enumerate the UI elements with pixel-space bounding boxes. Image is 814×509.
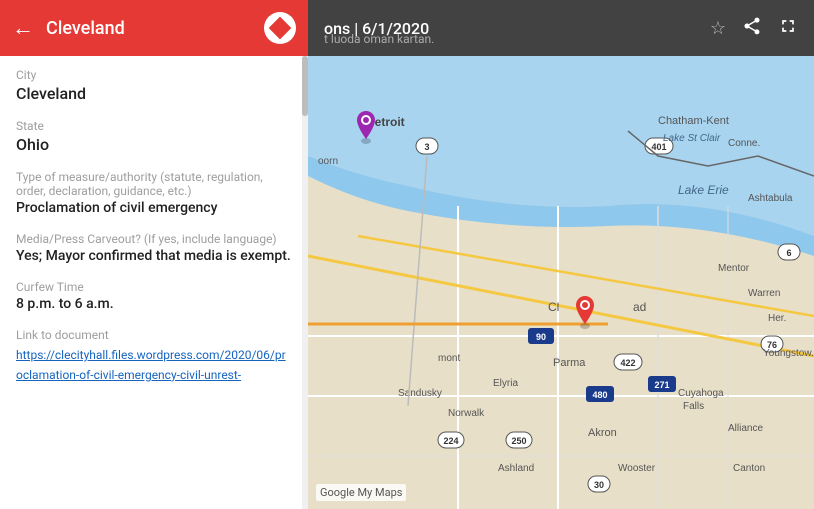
city-label: City — [16, 68, 292, 82]
svg-text:Alliance: Alliance — [728, 423, 763, 434]
svg-text:224: 224 — [443, 436, 458, 446]
svg-text:422: 422 — [620, 358, 635, 368]
panel-title: Cleveland — [46, 18, 264, 39]
svg-text:Mentor: Mentor — [718, 263, 750, 274]
svg-text:Sandusky: Sandusky — [398, 388, 442, 399]
svg-text:Norwalk: Norwalk — [448, 408, 485, 419]
nav-diamond-icon — [269, 17, 292, 40]
svg-text:Warren: Warren — [748, 288, 780, 299]
fullscreen-icon[interactable] — [778, 16, 798, 41]
svg-text:Cuyahoga: Cuyahoga — [678, 388, 724, 399]
svg-text:6: 6 — [786, 248, 791, 258]
svg-text:Her.: Her. — [768, 313, 786, 324]
svg-text:Parma: Parma — [553, 357, 586, 369]
share-icon[interactable] — [742, 16, 762, 41]
city-field: City Cleveland — [16, 68, 292, 103]
svg-text:oorn: oorn — [318, 156, 338, 167]
state-field: State Ohio — [16, 119, 292, 154]
navigation-icon[interactable] — [264, 12, 296, 44]
svg-text:30: 30 — [594, 480, 604, 490]
svg-text:Canton: Canton — [733, 463, 765, 474]
svg-text:Chatham-Kent: Chatham-Kent — [658, 115, 729, 127]
left-panel: ← Cleveland City Cleveland State Ohio Ty… — [0, 0, 308, 509]
map-toolbar-icons: ☆ — [710, 16, 798, 41]
svg-text:Elyria: Elyria — [493, 378, 518, 389]
svg-text:Wooster: Wooster — [618, 463, 656, 474]
link-label: Link to document — [16, 328, 292, 342]
svg-text:250: 250 — [511, 436, 526, 446]
svg-text:Lake Erie: Lake Erie — [678, 183, 729, 197]
back-button[interactable]: ← — [12, 15, 34, 41]
map-toolbar: ons | 6/1/2020 t luoda oman kartan. ☆ — [308, 0, 814, 56]
svg-text:3: 3 — [424, 142, 429, 152]
svg-text:ad: ad — [633, 300, 646, 314]
svg-text:90: 90 — [536, 332, 546, 342]
media-value: Yes; Mayor confirmed that media is exemp… — [16, 248, 292, 264]
svg-text:Ashland: Ashland — [498, 463, 534, 474]
svg-text:Conne.: Conne. — [728, 138, 760, 149]
star-icon[interactable]: ☆ — [710, 18, 726, 39]
svg-text:Akron: Akron — [588, 427, 617, 439]
state-label: State — [16, 119, 292, 133]
svg-text:480: 480 — [592, 390, 607, 400]
link-field: Link to document https://clecityhall.fil… — [16, 328, 292, 384]
map-area[interactable]: 90 480 271 3 401 6 76 224 250 — [308, 56, 814, 509]
media-field: Media/Press Carveout? (If yes, include l… — [16, 232, 292, 264]
curfew-field: Curfew Time 8 p.m. to 6 a.m. — [16, 280, 292, 312]
map-subtitle: t luoda oman kartan. — [324, 32, 434, 46]
panel-content: City Cleveland State Ohio Type of measur… — [0, 56, 308, 509]
measure-field: Type of measure/authority (statute, regu… — [16, 170, 292, 216]
measure-label: Type of measure/authority (statute, regu… — [16, 170, 292, 198]
document-link[interactable]: https://clecityhall.files.wordpress.com/… — [16, 348, 286, 382]
map-svg: 90 480 271 3 401 6 76 224 250 — [308, 56, 814, 509]
svg-text:Falls: Falls — [683, 401, 704, 412]
state-value: Ohio — [16, 135, 292, 154]
svg-text:Youngstow.: Youngstow. — [763, 348, 814, 359]
city-value: Cleveland — [16, 84, 292, 103]
google-attribution: Google My Maps — [316, 484, 406, 501]
svg-text:Cl: Cl — [548, 300, 559, 314]
media-label: Media/Press Carveout? (If yes, include l… — [16, 232, 292, 246]
measure-value: Proclamation of civil emergency — [16, 200, 292, 216]
svg-text:271: 271 — [654, 380, 669, 390]
curfew-label: Curfew Time — [16, 280, 292, 294]
svg-text:mont: mont — [438, 353, 460, 364]
panel-header: ← Cleveland — [0, 0, 308, 56]
svg-text:Ashtabula: Ashtabula — [748, 193, 793, 204]
curfew-value: 8 p.m. to 6 a.m. — [16, 296, 292, 312]
right-panel: ons | 6/1/2020 t luoda oman kartan. ☆ — [308, 0, 814, 509]
svg-text:Lake St Clair: Lake St Clair — [663, 133, 721, 144]
